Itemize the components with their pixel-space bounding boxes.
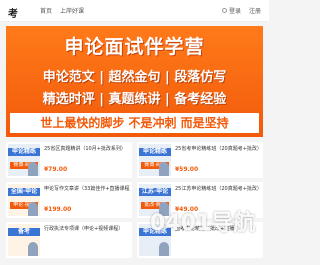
nav-home[interactable]: 首页 [40,6,52,15]
teacher-avatar [28,162,38,176]
banner-line-1: 申论范文 | 超然金句 | 段落仿写 [42,70,227,85]
course-card[interactable]: 申论精练 赛博·阅卷 25省区真题精讲（10月+批改系列） ¥79.00 [6,142,132,178]
nav-courses[interactable]: 上岸好课 [60,6,84,15]
teacher-avatar [28,202,38,216]
watermark: 0401导航 [150,211,256,236]
course-thumbnail: 备考 [8,224,40,256]
banner-slogan: 世上最快的脚步 不是冲刺 而是坚持 [10,113,259,133]
main-nav: 首页 上岸好课 [40,6,84,15]
course-price: ¥59.00 [175,166,199,173]
teacher-avatar [159,242,169,256]
course-price: ¥199.00 [44,206,72,213]
login-link[interactable]: 登录 [221,6,241,15]
course-thumbnail: 全国·申论 申论·视频 [8,184,40,216]
course-title: 25江苏申论精练班（20真题考+批改） [175,186,261,192]
promo-banner[interactable]: 申论面试伴学营 申论范文 | 超然金句 | 段落仿写 精选时评 | 真题练讲 |… [6,26,263,137]
course-thumbnail: 申论精练 赛博·阅卷 [8,144,40,176]
register-link[interactable]: 注册 [249,6,261,15]
site-logo[interactable]: 考 [8,5,18,20]
course-thumbnail: 申论精练 赛博·阅卷 [139,144,171,176]
banner-title: 申论面试伴学营 [64,36,205,58]
course-card[interactable]: 全国·申论 申论·视频 申论写作文章讲（33篇佳作+直播课程） ¥199.00 [6,182,132,218]
teacher-avatar [159,162,169,176]
teacher-avatar [28,242,38,256]
course-card[interactable]: 备考 行政执法专项课（申论+视频课程） [6,222,132,258]
course-card[interactable]: 申论精练 赛博·阅卷 25省考申论精练班（20真题考+批改） ¥59.00 [137,142,263,178]
course-title: 25省区真题精讲（10月+批改系列） [44,146,126,152]
top-header: 考 首页 上岸好课 登录 注册 [0,0,269,22]
user-icon [221,8,227,13]
account-links: 登录 注册 [221,6,261,15]
course-title: 25省考申论精练班（20真题考+批改） [175,146,261,152]
course-row: 申论精练 赛博·阅卷 25省区真题精讲（10月+批改系列） ¥79.00 申论精… [6,142,263,178]
course-price: ¥79.00 [44,166,68,173]
course-title: 申论写作文章讲（33篇佳作+直播课程） [44,186,130,192]
course-title: 行政执法专项课（申论+视频课程） [44,226,124,232]
banner-line-2: 精选时评 | 真题练讲 | 备考经验 [42,92,227,107]
